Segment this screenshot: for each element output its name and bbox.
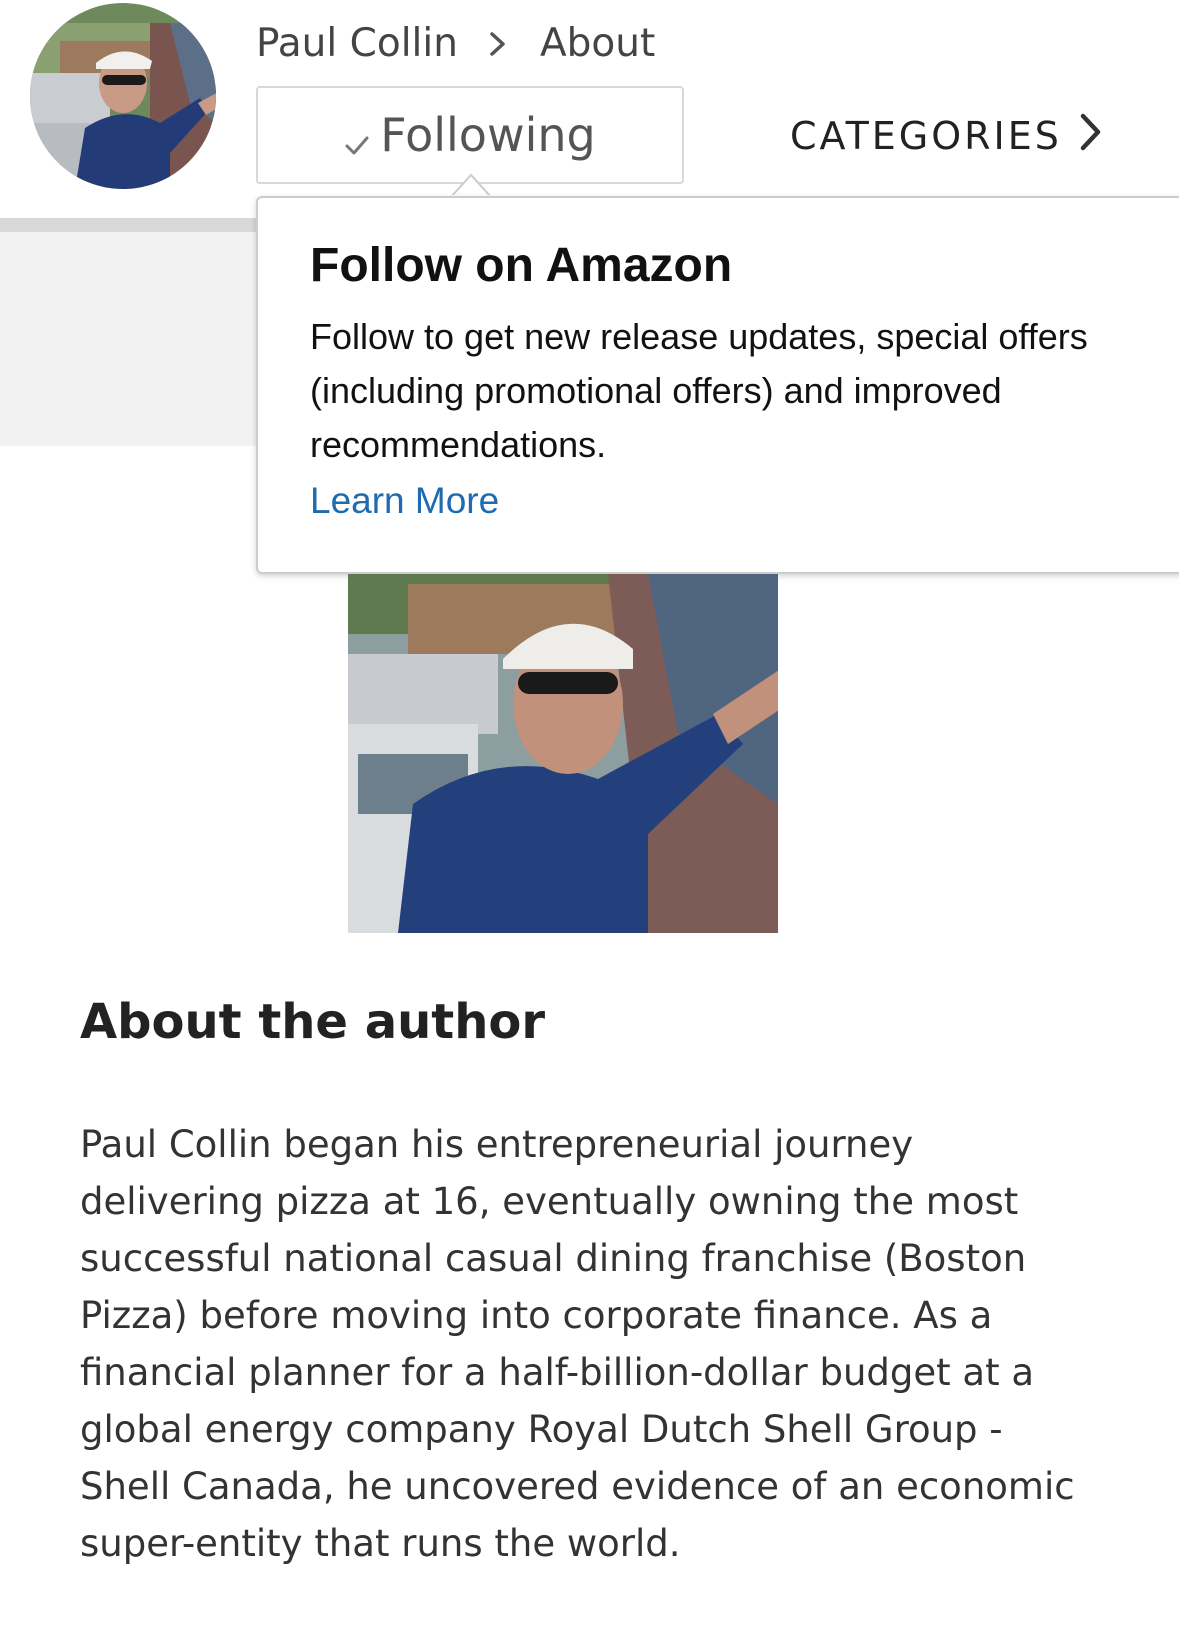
breadcrumb: Paul Collin About xyxy=(256,18,655,68)
about-bio-line: successful national casual dining franch… xyxy=(80,1237,1027,1280)
about-bio-line: delivering pizza at 16, eventually ownin… xyxy=(80,1180,1019,1223)
section-divider xyxy=(0,218,260,232)
about-bio-line: super-entity that runs the world. xyxy=(80,1522,681,1565)
about-bio-line: Pizza) before moving into corporate fina… xyxy=(80,1294,993,1337)
author-photo-image xyxy=(348,574,778,933)
breadcrumb-current: About xyxy=(539,20,656,66)
following-button-label: Following xyxy=(380,108,596,162)
banner-background xyxy=(0,232,260,446)
about-bio-line: financial planner for a half-billion-dol… xyxy=(80,1351,1035,1394)
author-photo xyxy=(348,574,778,933)
author-avatar-image xyxy=(30,3,216,189)
about-bio-line: Shell Canada, he uncovered evidence of a… xyxy=(80,1465,1075,1508)
about-bio-line: global energy company Royal Dutch Shell … xyxy=(80,1408,1003,1451)
popover-description-line: recommendations. xyxy=(310,424,607,465)
chevron-right-icon xyxy=(1078,112,1104,161)
popover-description-line: (including promotional offers) and impro… xyxy=(310,370,1002,411)
popover-description: Follow to get new release updates, speci… xyxy=(310,310,1170,472)
about-bio: Paul Collin began his entrepreneurial jo… xyxy=(80,1116,1140,1572)
about-heading: About the author xyxy=(80,994,546,1050)
check-icon xyxy=(344,113,370,167)
popover-title: Follow on Amazon xyxy=(310,239,733,292)
breadcrumb-author-link[interactable]: Paul Collin xyxy=(256,21,458,66)
follow-popover: Follow on Amazon Follow to get new relea… xyxy=(256,196,1179,574)
following-button[interactable]: Following xyxy=(256,86,684,184)
categories-label: CATEGORIES xyxy=(790,114,1062,158)
categories-button[interactable]: CATEGORIES xyxy=(790,108,1104,164)
learn-more-link[interactable]: Learn More xyxy=(310,480,499,522)
popover-arrow xyxy=(451,173,491,197)
popover-description-line: Follow to get new release updates, speci… xyxy=(310,316,1088,357)
about-bio-line: Paul Collin began his entrepreneurial jo… xyxy=(80,1123,914,1166)
author-avatar[interactable] xyxy=(30,3,216,189)
chevron-right-icon xyxy=(480,18,520,68)
